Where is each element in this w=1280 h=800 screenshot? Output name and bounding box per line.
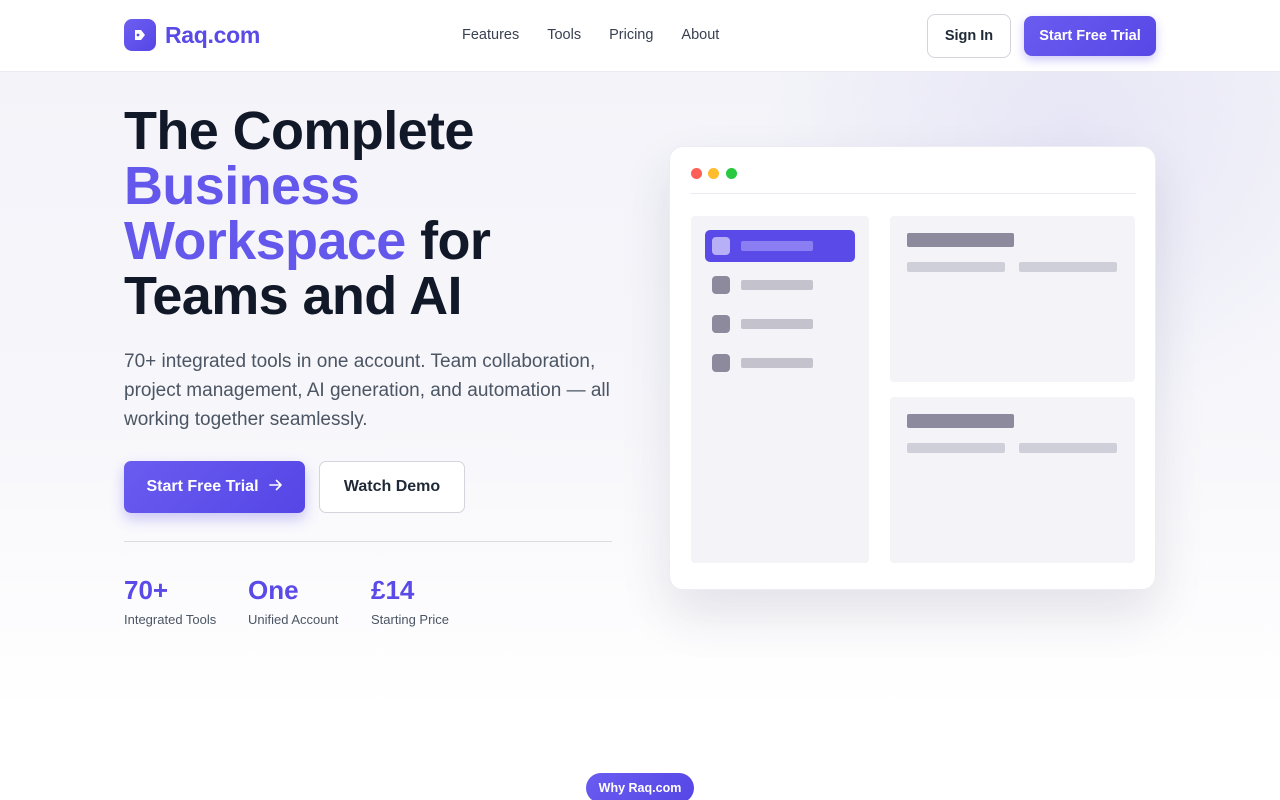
sign-in-button[interactable]: Sign In [927, 14, 1011, 58]
hero-start-trial-button[interactable]: Start Free Trial [124, 461, 305, 513]
placeholder-label [741, 358, 813, 368]
placeholder-line [907, 262, 1005, 272]
nav-link-tools[interactable]: Tools [547, 27, 581, 43]
headline-line-1: The Complete [124, 101, 474, 161]
stat-value: One [248, 575, 299, 605]
placeholder-title [907, 414, 1014, 428]
hero-subtext: 70+ integrated tools in one account. Tea… [124, 351, 610, 430]
stat-label: Unified Account [248, 612, 339, 627]
watch-demo-button[interactable]: Watch Demo [319, 461, 465, 513]
placeholder-line [1019, 262, 1117, 272]
window-dot-maximize [726, 168, 737, 179]
headline-line-4: Teams and AI [124, 266, 463, 326]
nav-link-pricing[interactable]: Pricing [609, 27, 653, 43]
nav-start-trial-button[interactable]: Start Free Trial [1024, 16, 1156, 56]
placeholder-label [741, 241, 813, 251]
nav-link-about[interactable]: About [681, 27, 719, 43]
placeholder-title [907, 233, 1014, 247]
stats-divider [124, 541, 612, 542]
placeholder-icon [712, 237, 730, 255]
brand-logo[interactable]: Raq.com [124, 19, 260, 51]
brand-name: Raq.com [165, 21, 261, 48]
stat-integrated-tools: 70+ Integrated Tools [124, 574, 216, 627]
hero-start-trial-label: Start Free Trial [146, 478, 259, 495]
why-section-pill: Why Raq.com [586, 773, 694, 800]
stat-label: Starting Price [371, 612, 450, 627]
mockup-sidebar-item [705, 269, 855, 301]
top-navigation: Raq.com Features Tools Pricing About Sig… [0, 0, 1280, 72]
placeholder-label [741, 280, 813, 290]
app-mockup [669, 146, 1156, 590]
arrow-right-icon [268, 478, 283, 496]
stat-label: Integrated Tools [124, 612, 217, 627]
placeholder-label [741, 319, 813, 329]
tag-icon [124, 19, 156, 51]
headline-accent-workspace: Workspace [124, 211, 406, 271]
stat-starting-price: £14 Starting Price [371, 574, 449, 627]
placeholder-line [1019, 443, 1117, 453]
nav-links: Features Tools Pricing About [462, 27, 747, 43]
placeholder-line [907, 443, 1005, 453]
mockup-card [890, 397, 1135, 563]
headline-for: for [420, 211, 491, 271]
placeholder-icon [712, 276, 730, 294]
mockup-divider [690, 193, 1136, 194]
stat-unified-account: One Unified Account [248, 574, 338, 627]
headline-accent-business: Business [124, 156, 360, 216]
placeholder-icon [712, 354, 730, 372]
mockup-sidebar-item-active [705, 230, 855, 262]
mockup-sidebar [691, 216, 869, 563]
nav-link-features[interactable]: Features [462, 27, 519, 43]
stat-value: £14 [371, 575, 415, 605]
mockup-sidebar-item [705, 308, 855, 340]
hero-headline: The Complete Business Workspace for Team… [124, 104, 644, 324]
placeholder-icon [712, 315, 730, 333]
stat-value: 70+ [124, 575, 169, 605]
window-dot-minimize [708, 168, 719, 179]
mockup-sidebar-item [705, 347, 855, 379]
window-dot-close [691, 168, 702, 179]
mockup-card [890, 216, 1135, 382]
